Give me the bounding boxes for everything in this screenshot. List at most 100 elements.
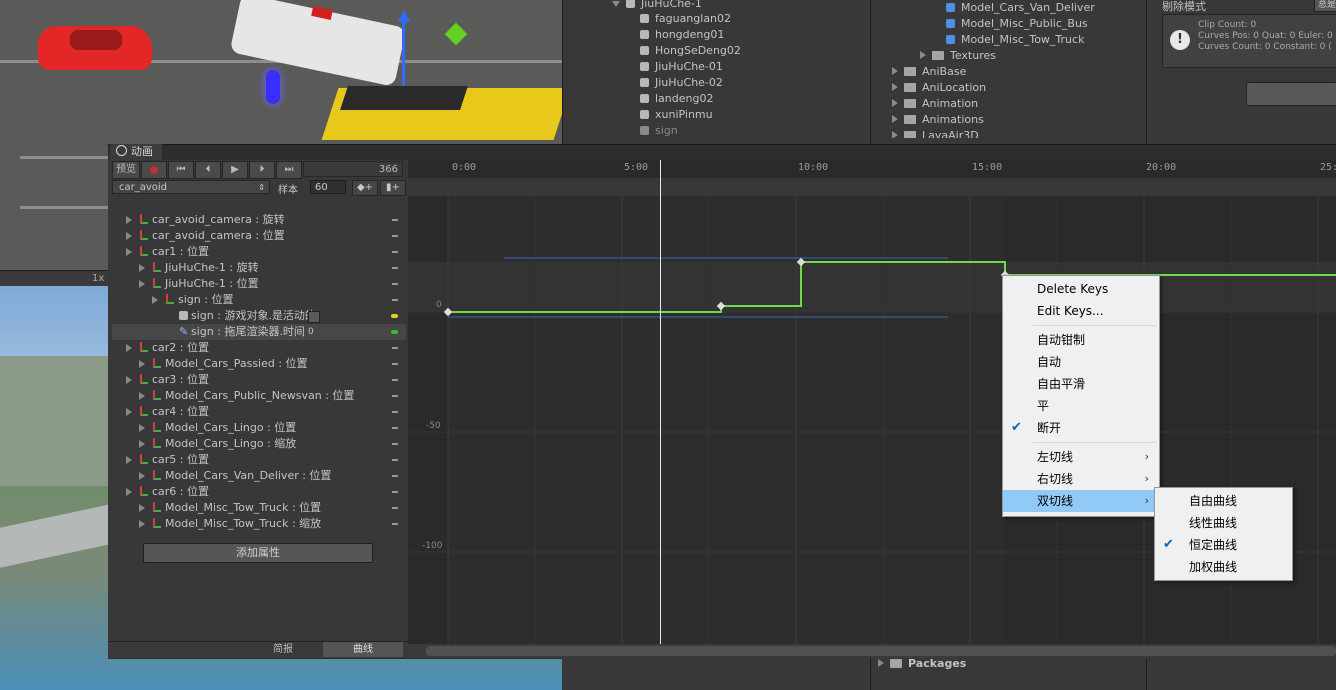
property-options-icon[interactable]	[392, 283, 398, 285]
hierarchy-item[interactable]: faguanglan02	[640, 11, 731, 27]
expand-arrow-icon[interactable]	[126, 456, 132, 464]
add-property-button[interactable]: 添加属性	[143, 543, 373, 563]
inspector-button[interactable]	[1246, 82, 1336, 106]
menu-item-delete-keys[interactable]: Delete Keys	[1003, 278, 1159, 300]
property-row[interactable]: car2 : 位置	[112, 340, 406, 356]
last-keyframe-button[interactable]: ⏭	[276, 161, 302, 179]
property-row[interactable]: car_avoid_camera : 旋转	[112, 212, 406, 228]
frame-field[interactable]: 366	[303, 161, 403, 177]
menu-item-free-smooth[interactable]: 自由平滑	[1003, 373, 1159, 395]
property-row[interactable]: car6 : 位置	[112, 484, 406, 500]
gizmo-z-arrow[interactable]	[398, 10, 410, 22]
property-options-icon[interactable]	[392, 251, 398, 253]
preview-button[interactable]: 预览	[112, 161, 140, 179]
playhead[interactable]	[660, 160, 661, 644]
property-options-icon[interactable]	[392, 427, 398, 429]
project-folder[interactable]: Animations	[892, 112, 984, 128]
expand-arrow-icon[interactable]	[892, 131, 898, 138]
play-button[interactable]: ▶	[222, 161, 248, 179]
tab-dopesheet[interactable]: 简报	[243, 642, 323, 657]
hierarchy-item[interactable]: JiuHuChe-01	[640, 59, 723, 75]
property-row[interactable]: JiuHuChe-1 : 旋转	[112, 260, 406, 276]
expand-arrow-icon[interactable]	[612, 1, 620, 7]
hierarchy-item[interactable]: HongSeDeng02	[640, 43, 741, 59]
tab-curves[interactable]: 曲线	[323, 642, 403, 657]
property-options-icon[interactable]	[392, 379, 398, 381]
property-options-icon[interactable]	[392, 299, 398, 301]
event-track[interactable]	[408, 178, 1336, 197]
gizmo-y-arrow[interactable]	[444, 22, 468, 46]
menu-item-edit-keys[interactable]: Edit Keys...	[1003, 300, 1159, 322]
expand-arrow-icon[interactable]	[139, 472, 145, 480]
expand-arrow-icon[interactable]	[139, 440, 145, 448]
add-keyframe-button[interactable]: ◆+	[352, 180, 378, 196]
expand-arrow-icon[interactable]	[892, 67, 898, 75]
animation-tab[interactable]: 动画	[110, 144, 162, 160]
menu-item-left-tangent[interactable]: 左切线 ›	[1003, 446, 1159, 468]
menu-item-right-tangent[interactable]: 右切线 ›	[1003, 468, 1159, 490]
menu-item-both-tangents[interactable]: 双切线 ›	[1003, 490, 1159, 512]
expand-arrow-icon[interactable]	[126, 232, 132, 240]
submenu-item-linear[interactable]: 线性曲线	[1155, 512, 1292, 534]
hierarchy-item[interactable]: hongdeng01	[640, 27, 724, 43]
property-options-icon[interactable]	[392, 411, 398, 413]
expand-arrow-icon[interactable]	[878, 659, 884, 667]
expand-arrow-icon[interactable]	[139, 392, 145, 400]
property-row[interactable]: Model_Misc_Tow_Truck : 位置	[112, 500, 406, 516]
property-row[interactable]: Model_Cars_Lingo : 位置	[112, 420, 406, 436]
expand-arrow-icon[interactable]	[139, 504, 145, 512]
expand-arrow-icon[interactable]	[139, 520, 145, 528]
property-row[interactable]: car5 : 位置	[112, 452, 406, 468]
property-row[interactable]: Model_Cars_Passied : 位置	[112, 356, 406, 372]
expand-arrow-icon[interactable]	[139, 280, 145, 288]
property-row[interactable]: JiuHuChe-1 : 位置	[112, 276, 406, 292]
project-folder[interactable]: Packages	[878, 656, 966, 672]
hierarchy-item[interactable]: JiuHuChe-02	[640, 75, 723, 91]
property-row[interactable]: car3 : 位置	[112, 372, 406, 388]
property-row[interactable]: Model_Misc_Tow_Truck : 缩放	[112, 516, 406, 532]
expand-arrow-icon[interactable]	[126, 216, 132, 224]
property-options-icon[interactable]	[392, 267, 398, 269]
submenu-item-free[interactable]: 自由曲线	[1155, 490, 1292, 512]
timeline-ruler[interactable]	[408, 160, 1336, 179]
expand-arrow-icon[interactable]	[126, 408, 132, 416]
project-folder[interactable]: AniLocation	[892, 80, 986, 96]
expand-arrow-icon[interactable]	[152, 296, 158, 304]
expand-arrow-icon[interactable]	[126, 344, 132, 352]
project-folder[interactable]: Animation	[892, 96, 978, 112]
property-options-icon[interactable]	[392, 219, 398, 221]
property-options-icon[interactable]	[392, 363, 398, 365]
hierarchy-item[interactable]: landeng02	[640, 91, 713, 107]
clip-dropdown[interactable]: car_avoid ⇕	[112, 180, 270, 194]
menu-item-auto[interactable]: 自动	[1003, 351, 1159, 373]
prev-keyframe-button[interactable]: ⏴	[195, 161, 221, 179]
menu-item-clamped-auto[interactable]: 自动钳制	[1003, 329, 1159, 351]
project-item[interactable]: Model_Misc_Tow_Truck	[946, 32, 1084, 48]
property-options-icon[interactable]	[392, 523, 398, 525]
submenu-item-weighted[interactable]: 加权曲线	[1155, 556, 1292, 578]
menu-item-flat[interactable]: 平	[1003, 395, 1159, 417]
property-options-icon[interactable]	[392, 459, 398, 461]
add-event-button[interactable]: ▮+	[380, 180, 406, 196]
project-item[interactable]: Model_Misc_Public_Bus	[946, 16, 1088, 32]
property-options-icon[interactable]	[392, 443, 398, 445]
property-checkbox[interactable]	[308, 311, 320, 323]
property-row[interactable]: Model_Cars_Public_Newsvan : 位置	[112, 388, 406, 404]
hierarchy-item[interactable]: sign	[640, 123, 678, 139]
property-row[interactable]: car1 : 位置	[112, 244, 406, 260]
expand-arrow-icon[interactable]	[920, 51, 926, 59]
project-item[interactable]: Model_Cars_Van_Deliver	[946, 0, 1095, 16]
property-value[interactable]: 0	[308, 324, 314, 340]
expand-arrow-icon[interactable]	[139, 424, 145, 432]
project-folder[interactable]: AniBase	[892, 64, 966, 80]
property-options-icon[interactable]	[392, 507, 398, 509]
expand-arrow-icon[interactable]	[126, 248, 132, 256]
first-keyframe-button[interactable]: ⏮	[168, 161, 194, 179]
property-options-icon[interactable]	[392, 347, 398, 349]
expand-arrow-icon[interactable]	[126, 376, 132, 384]
expand-arrow-icon[interactable]	[139, 360, 145, 368]
property-options-icon[interactable]	[392, 235, 398, 237]
scrollbar-thumb[interactable]	[426, 646, 1336, 656]
hierarchy-item[interactable]: xuniPinmu	[640, 107, 713, 123]
property-row[interactable]: ✎ sign : 拖尾渲染器.时间 0	[112, 324, 406, 340]
